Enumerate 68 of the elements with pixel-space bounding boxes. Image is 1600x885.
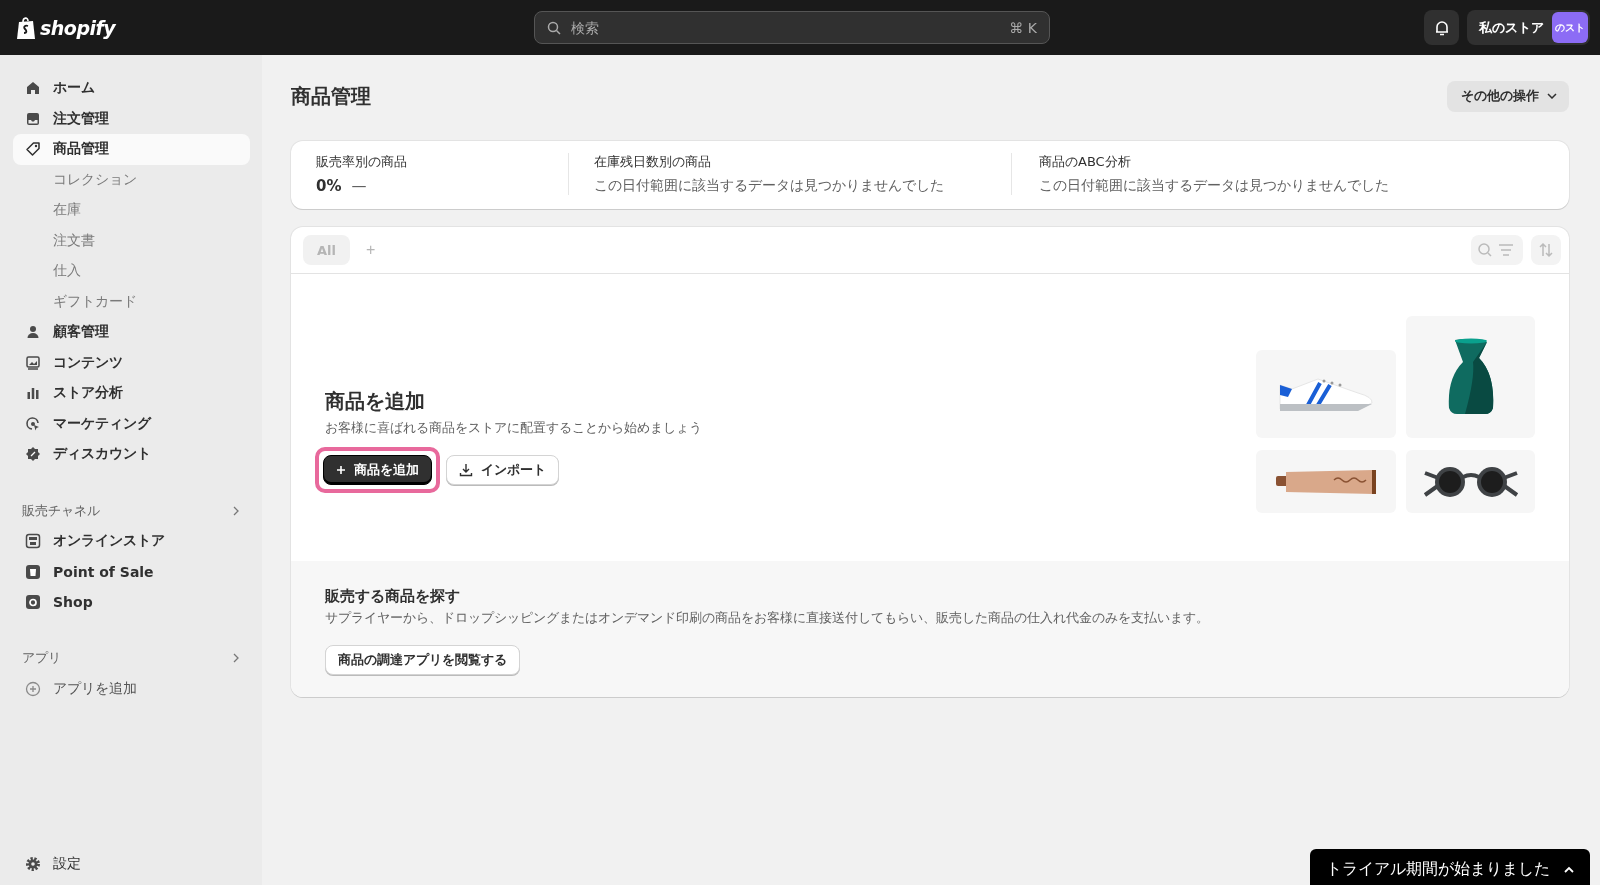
more-actions-button[interactable]: その他の操作 [1447, 80, 1569, 112]
storefront-icon [25, 533, 41, 549]
shopping-bag-icon [16, 15, 36, 40]
search-field[interactable]: 検索 ⌘ K [534, 11, 1050, 44]
nav-item[interactable]: コンテンツ [13, 347, 250, 378]
shortcut-hint: ⌘ K [1009, 19, 1037, 36]
empty-state-description: お客様に喜ばれる商品をストアに配置することから始めましょう [325, 419, 702, 437]
trial-banner[interactable]: トライアル期間が始まりました [1310, 849, 1590, 885]
metric-trend: — [351, 177, 367, 195]
chevron-right-icon[interactable] [232, 653, 240, 664]
empty-state-title: 商品を追加 [325, 388, 426, 415]
chevron-right-icon[interactable] [232, 505, 240, 516]
content-icon [25, 354, 41, 371]
nav-item[interactable]: ストア分析 [13, 377, 250, 409]
search-icon [547, 20, 561, 35]
trial-message: トライアル期間が始まりました [1326, 858, 1550, 880]
search-input[interactable]: 検索 [569, 18, 1002, 37]
nav-item[interactable]: Point of Sale [13, 556, 250, 587]
discount-icon [25, 446, 41, 463]
metric-label: 商品のABC分析 [1039, 153, 1132, 171]
section-description: サプライヤーから、ドロップシッピングまたはオンデマンド印刷の商品をお客様に直接送付してもらい、販売した商品の仕入れ代金のみを支払います。 [325, 610, 1210, 627]
chart-icon [25, 385, 41, 402]
target-icon [25, 415, 41, 432]
chevron-down-icon [1547, 93, 1557, 99]
nav-subitem[interactable]: 注文書 [13, 225, 250, 256]
nav-subitem[interactable]: 在庫 [13, 195, 250, 226]
empty-data-message: この日付範囲に該当するデータは見つかりませんでした [594, 177, 945, 195]
settings-icon [25, 855, 41, 872]
tag-icon [25, 141, 41, 158]
nav-item[interactable]: ホーム [13, 73, 250, 104]
metric-value: 0% [316, 177, 342, 195]
browse-apps-button[interactable]: 商品の調達アプリを閲覧する [325, 645, 520, 675]
add-product-button[interactable]: 商品を追加 [323, 455, 432, 485]
store-avatar: のスト [1552, 12, 1588, 43]
sort-icon [1538, 242, 1554, 258]
inbox-icon [25, 110, 41, 127]
chevron-up-icon [1564, 865, 1574, 873]
nav-item[interactable]: 商品管理 [13, 134, 250, 165]
section-title: 販売する商品を探す [325, 587, 461, 606]
nav-subitem[interactable]: 仕入 [13, 255, 250, 287]
nav-item[interactable]: アプリを追加 [13, 673, 250, 705]
empty-data-message: この日付範囲に該当するデータは見つかりませんでした [1039, 177, 1389, 195]
nav-item[interactable]: オンラインストア [13, 525, 250, 557]
nav-item[interactable]: Shop [13, 586, 250, 618]
tube-icon [1274, 467, 1378, 496]
nav-item[interactable]: 注文管理 [13, 103, 250, 135]
section-heading: 販売チャネル [22, 501, 100, 520]
plus-circle-icon [25, 680, 41, 697]
section-heading: アプリ [22, 649, 61, 668]
download-icon [459, 463, 473, 477]
logo-wordmark[interactable]: shopify [40, 16, 116, 39]
nav-item[interactable]: 顧客管理 [13, 316, 250, 348]
person-icon [25, 324, 41, 341]
import-button[interactable]: インポート [446, 455, 559, 485]
nav-subitem[interactable]: ギフトカード [13, 286, 250, 317]
plus-icon [336, 465, 346, 475]
metric-label: 販売率別の商品 [316, 153, 408, 171]
page-title: 商品管理 [291, 82, 371, 110]
nav-item[interactable]: ディスカウント [13, 439, 250, 470]
notifications-button[interactable] [1424, 10, 1459, 45]
sneaker-icon [1278, 375, 1374, 413]
nav-item[interactable]: マーケティング [13, 408, 250, 440]
settings-nav-item[interactable]: 設定 [13, 848, 250, 879]
nav-subitem[interactable]: コレクション [13, 164, 250, 196]
metric-label: 在庫残日数別の商品 [594, 153, 712, 171]
home-icon [25, 80, 41, 97]
store-menu-button[interactable]: 私のストア のスト [1467, 10, 1590, 45]
sunglasses-icon [1422, 464, 1519, 499]
